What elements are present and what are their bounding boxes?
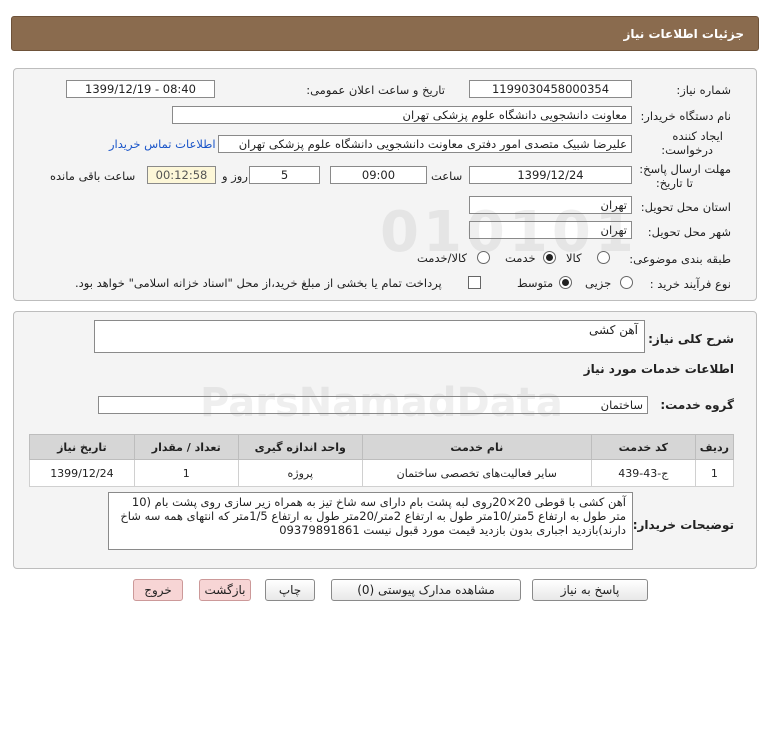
remaining-days-field: 5 [249,166,320,184]
process-option-medium: متوسط [517,276,554,290]
deadline-date-field: 1399/12/24 [469,166,632,184]
process-type-label: نوع فرآیند خرید : [649,277,731,291]
need-number-label: شماره نیاز: [676,83,731,97]
remaining-time-label: ساعت باقی مانده [50,169,136,183]
reply-button[interactable]: پاسخ به نیاز [532,579,648,601]
page-header: جزئیات اطلاعات نیاز [11,16,759,51]
service-group-field: ساختمان [98,396,648,414]
deadline-time-field: 09:00 [330,166,427,184]
summary-label: شرح کلی نیاز: [648,332,734,346]
buyer-notes-field: آهن کشی با قوطی 20×20روی لبه پشت بام دار… [108,492,633,550]
col-unit: واحد اندازه گیری [237,434,363,460]
announce-datetime-field: 1399/12/19 - 08:40 [66,80,215,98]
col-quantity: تعداد / مقدار [133,434,239,460]
category-label: طبقه بندی موضوعی: [629,252,731,266]
table-row: 1 ج-43-439 سایر فعالیت‌های تخصصی ساختمان… [29,459,735,487]
print-button[interactable]: چاپ [265,579,315,601]
need-number-field: 1199030458000354 [469,80,632,98]
attachments-button[interactable]: مشاهده مدارک پیوستی (0) [331,579,521,601]
col-row-number: ردیف [694,434,735,460]
remaining-time-field: 00:12:58 [147,166,216,184]
category-radio-service[interactable] [543,251,556,264]
col-need-date: تاریخ نیاز [29,434,135,460]
days-label: روز و [222,169,248,183]
page-title: جزئیات اطلاعات نیاز [623,27,744,41]
deadline-time-label: ساعت [431,169,463,183]
treasury-payment-checkbox[interactable] [468,276,481,289]
buyer-org-label: نام دستگاه خریدار: [640,109,731,123]
city-label: شهر محل تحویل: [647,225,731,239]
cell-row-number: 1 [694,459,735,487]
category-radio-goods[interactable] [597,251,610,264]
summary-field: آهن کشی [94,320,645,353]
need-info-panel [13,68,757,301]
deadline-label-line1: مهلت ارسال پاسخ: [639,162,731,176]
back-button[interactable]: بازگشت [199,579,251,601]
creator-label-line2: درخواست: [661,143,713,157]
table-header-row: ردیف کد خدمت نام خدمت واحد اندازه گیری ت… [29,434,735,460]
buyer-contact-link[interactable]: اطلاعات تماس خریدار [109,137,216,151]
category-option-goods-service: کالا/خدمت [417,251,468,265]
category-option-goods: کالا [566,251,582,265]
category-option-service: خدمت [505,251,536,265]
col-service-code: کد خدمت [590,434,696,460]
city-field: تهران [469,221,632,239]
cell-quantity: 1 [133,459,239,487]
deadline-label-line2: تا تاریخ: [655,176,693,190]
announce-datetime-label: تاریخ و ساعت اعلان عمومی: [306,83,445,97]
services-heading: اطلاعات خدمات مورد نیاز [583,362,734,376]
process-radio-minor[interactable] [620,276,633,289]
province-label: استان محل تحویل: [640,200,731,214]
exit-button[interactable]: خروج [133,579,183,601]
creator-field: علیرضا شبیک متصدی امور دفتری معاونت دانش… [218,135,632,153]
buyer-notes-label: توضیحات خریدار: [632,518,734,532]
creator-label-line1: ایجاد کننده [672,129,723,143]
province-field: تهران [469,196,632,214]
col-service-name: نام خدمت [361,434,592,460]
cell-need-date: 1399/12/24 [29,459,135,487]
cell-unit: پروژه [237,459,363,487]
cell-service-name: سایر فعالیت‌های تخصصی ساختمان [361,459,592,487]
treasury-payment-note: پرداخت تمام یا بخشی از مبلغ خرید،از محل … [75,276,442,290]
category-radio-goods-service[interactable] [477,251,490,264]
buyer-org-field: معاونت دانشجویی دانشگاه علوم پزشکی تهران [172,106,632,124]
cell-service-code: ج-43-439 [590,459,696,487]
process-radio-medium[interactable] [559,276,572,289]
service-group-label: گروه خدمت: [660,398,734,412]
process-option-minor: جزیی [585,276,612,290]
services-table: ردیف کد خدمت نام خدمت واحد اندازه گیری ت… [29,434,735,487]
